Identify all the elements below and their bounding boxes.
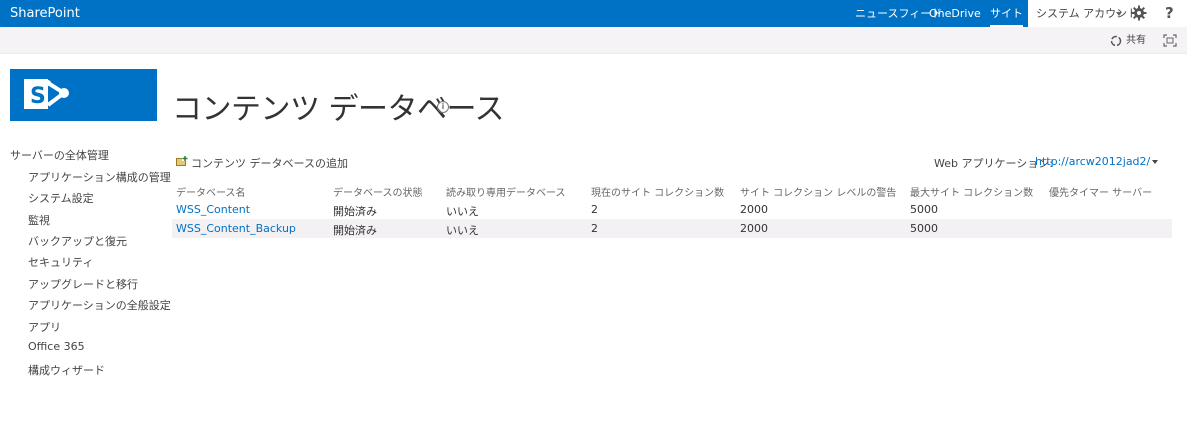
leftnav-item-office365[interactable]: Office 365 xyxy=(28,340,85,353)
database-name-link[interactable]: WSS_Content xyxy=(176,203,250,216)
leftnav-item-upgrade-migration[interactable]: アップグレードと移行 xyxy=(28,276,138,292)
column-header-database-name: データベース名 xyxy=(176,188,246,199)
database-name-link[interactable]: WSS_Content_Backup xyxy=(176,222,296,235)
web-application-selector[interactable]: http://arcw2012jad2/ xyxy=(1035,155,1150,168)
current-site-collections-value: 2 xyxy=(591,203,598,216)
read-only-value: いいえ xyxy=(446,224,479,237)
share-icon[interactable] xyxy=(1110,35,1122,47)
focus-on-content-icon[interactable] xyxy=(1163,34,1177,47)
add-content-database-label: コンテンツ データベースの追加 xyxy=(191,157,348,170)
suite-nav-onedrive[interactable]: OneDrive xyxy=(929,0,981,27)
warning-level-value: 2000 xyxy=(740,203,768,216)
sharepoint-logo-icon: S xyxy=(24,79,69,109)
gear-icon[interactable] xyxy=(1131,5,1147,21)
leftnav-item-system-settings[interactable]: システム設定 xyxy=(28,190,94,206)
column-header-preferred-timer-server: 優先タイマー サーバー xyxy=(1049,188,1153,199)
read-only-value: いいえ xyxy=(446,205,479,218)
column-header-read-only: 読み取り専用データベース xyxy=(446,188,566,199)
account-name: システム アカウント xyxy=(1036,7,1139,20)
leftnav-item-app-management[interactable]: アプリケーション構成の管理 xyxy=(28,169,171,185)
column-header-max-site-collections: 最大サイト コレクション数 xyxy=(910,188,1034,199)
leftnav-item-monitoring[interactable]: 監視 xyxy=(28,212,50,228)
svg-text:S: S xyxy=(30,84,46,109)
info-icon[interactable]: i xyxy=(437,101,449,113)
table-row: WSS_Content 開始済み いいえ 2 2000 5000 xyxy=(172,200,1172,219)
leftnav-item-backup-restore[interactable]: バックアップと復元 xyxy=(28,233,127,249)
chevron-down-icon xyxy=(1116,12,1122,16)
table-row: WSS_Content_Backup 開始済み いいえ 2 2000 5000 xyxy=(172,219,1172,238)
current-site-collections-value: 2 xyxy=(591,222,598,235)
help-icon[interactable]: ? xyxy=(1165,0,1174,27)
chevron-down-icon[interactable] xyxy=(1152,160,1158,164)
warning-level-value: 2000 xyxy=(740,222,768,235)
column-header-site-collection-warning: サイト コレクション レベルの警告 xyxy=(740,188,897,199)
sharepoint-brand-link[interactable]: SharePoint xyxy=(10,0,80,27)
suite-bar: SharePoint ニュースフィード OneDrive サイト xyxy=(0,0,1187,27)
database-status: 開始済み xyxy=(333,205,377,218)
leftnav-item-config-wizards[interactable]: 構成ウィザード xyxy=(28,362,105,378)
page-title: コンテンツ データベース xyxy=(172,92,505,127)
add-database-icon xyxy=(176,156,188,166)
leftnav-heading-central-admin[interactable]: サーバーの全体管理 xyxy=(10,147,109,163)
ribbon-bar xyxy=(0,27,1187,54)
column-header-current-site-collections: 現在のサイト コレクション数 xyxy=(591,188,725,199)
database-status: 開始済み xyxy=(333,224,377,237)
max-site-collections-value: 5000 xyxy=(910,222,938,235)
max-site-collections-value: 5000 xyxy=(910,203,938,216)
leftnav-item-apps[interactable]: アプリ xyxy=(28,319,61,335)
account-menu[interactable]: システム アカウント xyxy=(1028,0,1187,27)
share-button[interactable]: 共有 xyxy=(1126,34,1146,48)
suite-nav-sites[interactable]: サイト xyxy=(990,0,1023,27)
column-header-database-status: データベースの状態 xyxy=(333,188,423,199)
leftnav-item-security[interactable]: セキュリティ xyxy=(28,254,93,270)
leftnav-item-general-settings[interactable]: アプリケーションの全般設定 xyxy=(28,297,171,313)
sharepoint-logo[interactable]: S xyxy=(10,69,157,121)
